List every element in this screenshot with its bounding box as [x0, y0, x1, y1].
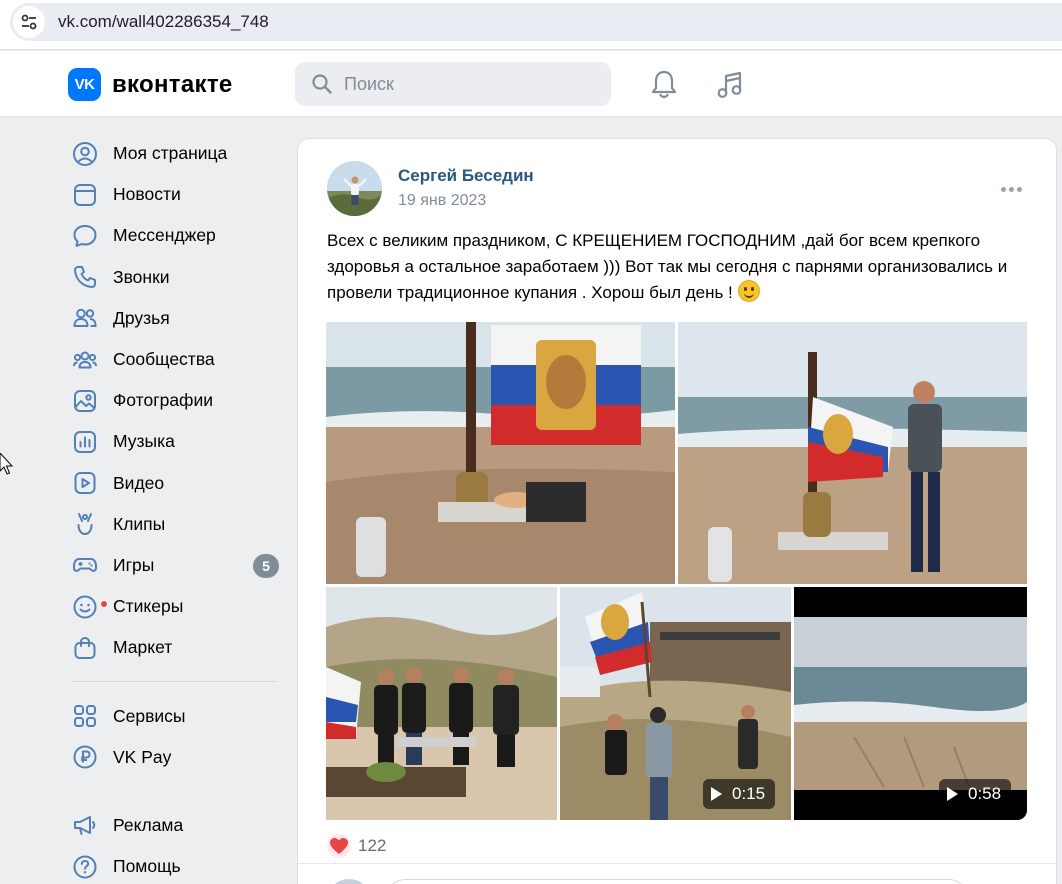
video-sea-shore[interactable]: 0:58 — [794, 587, 1027, 820]
sidebar-item-label: Клипы — [113, 513, 166, 534]
sidebar-divider — [72, 791, 277, 792]
sidebar-item-games[interactable]: Игры 5 — [60, 545, 285, 586]
sidebar-item-services[interactable]: Сервисы — [60, 695, 285, 736]
sidebar-item-label: Сообщества — [113, 349, 215, 370]
market-bag-icon — [71, 634, 99, 662]
sidebar-item-clips[interactable]: Клипы — [60, 504, 285, 545]
vk-pay-icon — [71, 743, 99, 771]
video-duration: 0:58 — [968, 784, 1002, 803]
sticker-icon — [71, 593, 108, 621]
video-duration-badge: 0:15 — [703, 779, 776, 809]
sidebar-item-communities[interactable]: Сообщества — [60, 339, 285, 380]
sidebar-item-market[interactable]: Маркет — [60, 627, 285, 668]
play-icon — [711, 787, 722, 801]
megaphone-icon — [71, 811, 99, 839]
like-count: 122 — [358, 836, 387, 855]
left-sidebar: Моя страница Новости Мессенджер Звонки Д… — [60, 133, 285, 884]
post-date[interactable]: 19 янв 2023 — [398, 192, 486, 210]
sidebar-item-label: Друзья — [113, 307, 170, 328]
sidebar-item-calls[interactable]: Звонки — [60, 257, 285, 298]
phone-icon — [71, 263, 99, 291]
sidebar-item-label: Мессенджер — [113, 225, 216, 246]
tune-icon[interactable] — [13, 6, 45, 38]
sidebar-item-news[interactable]: Новости — [60, 174, 285, 215]
sidebar-item-help[interactable]: Помощь — [60, 846, 285, 884]
sidebar-item-vk-pay[interactable]: VK Pay — [60, 737, 285, 778]
sidebar-item-label: Сервисы — [113, 705, 186, 726]
sidebar-item-label: Моя страница — [113, 143, 228, 164]
sidebar-item-label: Новости — [113, 184, 181, 205]
sidebar-item-label: Помощь — [113, 856, 181, 877]
smiling-face-emoji-icon — [737, 280, 760, 302]
games-count-badge: 5 — [253, 553, 279, 578]
user-circle-icon — [71, 140, 99, 168]
clips-icon — [71, 510, 99, 538]
photo-man-with-flag[interactable] — [678, 322, 1027, 584]
music-note-icon[interactable] — [713, 67, 747, 101]
sidebar-divider — [72, 681, 277, 683]
vk-logo-text: вконтакте — [112, 70, 233, 98]
new-indicator-dot — [100, 599, 108, 608]
sidebar-item-label: Реклама — [113, 814, 184, 835]
site-header: VK вконтакте — [0, 51, 1062, 117]
sidebar-item-messenger[interactable]: Мессенджер — [60, 215, 285, 256]
wall-post: Сергей Беседин 19 янв 2023 Всех с велики… — [297, 138, 1057, 884]
post-text-body: Всех с великим праздником, С КРЕЩЕНИЕМ Г… — [327, 231, 1008, 302]
video-icon — [71, 469, 99, 497]
help-icon — [71, 853, 99, 881]
sidebar-item-label: Видео — [113, 472, 165, 493]
sidebar-item-my-page[interactable]: Моя страница — [60, 133, 285, 174]
url-text[interactable]: vk.com/wall402286354_748 — [58, 12, 269, 32]
chat-bubble-icon — [71, 222, 99, 250]
photo-icon — [71, 387, 99, 415]
sidebar-item-video[interactable]: Видео — [60, 463, 285, 504]
author-avatar[interactable] — [327, 161, 382, 216]
mouse-cursor-icon — [0, 453, 14, 475]
vk-logo-icon: VK — [68, 68, 101, 101]
sidebar-item-friends[interactable]: Друзья — [60, 298, 285, 339]
sidebar-item-label: VK Pay — [113, 746, 172, 767]
video-duration-badge: 0:58 — [939, 779, 1012, 809]
video-duration: 0:15 — [732, 784, 766, 803]
sidebar-item-photos[interactable]: Фотографии — [60, 380, 285, 421]
comment-input[interactable] — [387, 879, 967, 884]
communities-icon — [71, 346, 99, 374]
bell-icon[interactable] — [647, 67, 681, 101]
friends-icon — [71, 304, 99, 332]
sidebar-item-ads[interactable]: Реклама — [60, 805, 285, 846]
heart-icon — [327, 834, 351, 858]
vk-logo[interactable]: VK вконтакте — [68, 68, 233, 101]
photo-group-on-beach[interactable] — [326, 587, 557, 820]
sidebar-item-label: Звонки — [113, 266, 170, 287]
sidebar-item-music[interactable]: Музыка — [60, 421, 285, 462]
sidebar-item-label: Маркет — [113, 637, 173, 658]
comment-divider — [298, 863, 1056, 864]
video-flag-waving[interactable]: 0:15 — [560, 587, 791, 820]
post-author-name[interactable]: Сергей Беседин — [398, 166, 534, 186]
music-icon — [71, 428, 99, 456]
more-options-icon[interactable] — [998, 179, 1024, 199]
search-icon — [312, 74, 332, 94]
play-icon — [947, 787, 958, 801]
sidebar-item-label: Игры — [113, 554, 155, 575]
sidebar-item-stickers[interactable]: Стикеры — [60, 586, 285, 627]
sidebar-item-label: Фотографии — [113, 390, 214, 411]
search-box[interactable] — [295, 62, 611, 106]
current-user-avatar — [327, 879, 371, 884]
browser-toolbar: vk.com/wall402286354_748 — [0, 0, 1062, 50]
search-input[interactable] — [344, 73, 584, 95]
services-grid-icon — [71, 702, 99, 730]
sidebar-item-label: Музыка — [113, 431, 175, 452]
post-text: Всех с великим праздником, С КРЕЩЕНИЕМ Г… — [327, 228, 1032, 306]
sidebar-item-label: Стикеры — [113, 596, 184, 617]
gamepad-icon — [71, 551, 99, 579]
like-button[interactable]: 122 — [327, 834, 386, 858]
address-bar[interactable]: vk.com/wall402286354_748 — [10, 3, 1062, 41]
photo-flag-samovar[interactable] — [326, 322, 675, 584]
news-icon — [71, 181, 99, 209]
